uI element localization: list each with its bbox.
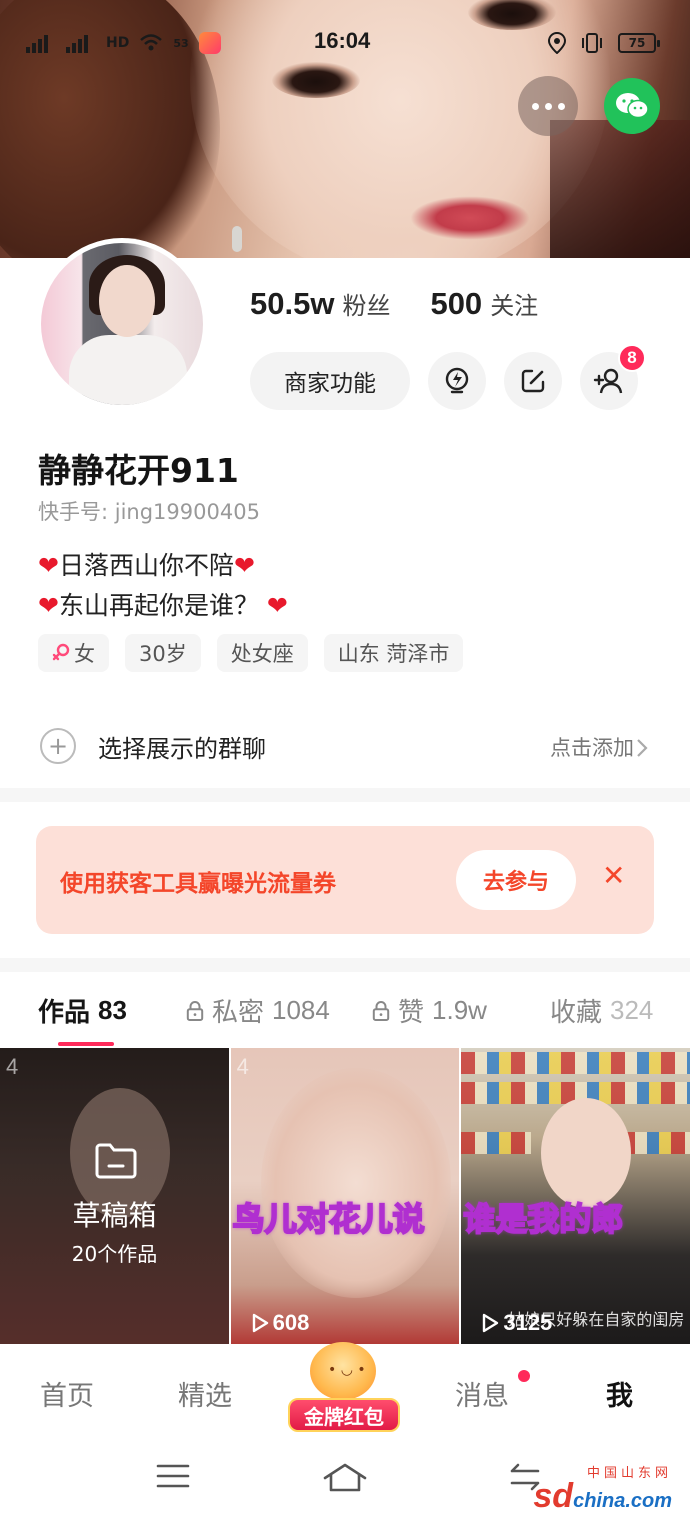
edit-profile-button[interactable] [504, 352, 562, 410]
clock: 16:04 [314, 28, 371, 53]
app-notification-icon [198, 32, 221, 54]
status-bar: HD 53 16:04 75 [0, 26, 690, 60]
play-count: 3125 [481, 1310, 552, 1336]
zodiac-tag: 处女座 [216, 634, 308, 672]
kwai-id[interactable]: 快手号: jing19900405 [38, 496, 260, 526]
signal-icon [26, 35, 48, 53]
female-icon [52, 643, 70, 661]
section-divider [0, 958, 690, 972]
drafts-cell[interactable]: 4 草稿箱 20个作品 [0, 1048, 229, 1344]
close-icon[interactable]: ✕ [602, 862, 625, 890]
content-tabs: 作品 83 私密 1084 赞 1.9w 收藏 324 [0, 988, 690, 1048]
promo-banner[interactable]: 使用获客工具赢曝光流量券 去参与 ✕ [36, 826, 654, 934]
location-icon [548, 32, 566, 54]
profile-actions: 商家功能 8 [250, 344, 646, 410]
following-count[interactable]: 500 [430, 286, 482, 322]
chevron-right-icon [637, 739, 648, 757]
gender-tag: 女 [38, 634, 109, 672]
followers-label[interactable]: 粉丝 [342, 286, 390, 321]
lock-icon [372, 1000, 390, 1021]
profile-bio: ❤日落西山你不陪❤ ❤东山再起你是谁？ ❤ [38, 546, 288, 626]
active-tab-indicator [58, 1042, 114, 1046]
location-tag: 山东 菏泽市 [323, 634, 464, 672]
age-tag: 30岁 [125, 634, 201, 672]
nav-featured[interactable]: 精选 [178, 1374, 232, 1413]
boost-button[interactable] [428, 352, 486, 410]
hd-indicator: HD [106, 35, 130, 51]
cell-corner-number: 4 [6, 1054, 19, 1079]
bio-line-1: ❤日落西山你不陪❤ [38, 551, 255, 580]
heart-icon: ❤ [38, 591, 59, 620]
home-icon[interactable] [322, 1462, 368, 1494]
bottom-navigation: 首页 精选 • ◡ • 金牌红包 消息 我 [0, 1342, 690, 1438]
play-icon [483, 1313, 499, 1333]
lightning-icon [445, 367, 469, 394]
nav-messages[interactable]: 消息 [455, 1374, 509, 1413]
edit-icon [521, 369, 545, 393]
unread-dot [518, 1370, 530, 1382]
heart-icon: ❤ [266, 591, 288, 620]
cell-corner-number: 4 [236, 1054, 249, 1079]
menu-icon[interactable] [156, 1462, 190, 1490]
avatar[interactable] [36, 238, 208, 410]
section-divider [0, 788, 690, 802]
site-watermark: 中国山东网 sdchina.com [533, 1462, 672, 1516]
group-chat-row[interactable]: + 选择展示的群聊 点击添加 [0, 712, 690, 782]
folder-icon [95, 1143, 137, 1179]
heart-icon: ❤ [233, 551, 255, 580]
tab-likes[interactable]: 赞 1.9w [372, 992, 487, 1029]
play-icon [252, 1313, 268, 1333]
profile-stats: 50.5w 粉丝 500 关注 [250, 286, 538, 322]
merchant-functions-button[interactable]: 商家功能 [250, 352, 410, 410]
lock-icon [186, 1000, 204, 1021]
profile-nickname: 静静花开911 [38, 451, 239, 490]
followers-count[interactable]: 50.5w [250, 286, 334, 322]
battery-indicator: 75 [618, 33, 660, 53]
video-thumbnail[interactable]: 谁是我的郎 姑娘只好躲在自家的闺房 3125 [461, 1048, 690, 1344]
add-user-icon [593, 368, 623, 394]
wechat-icon [616, 93, 649, 119]
group-chat-title: 选择展示的群聊 [98, 735, 266, 763]
group-add-link[interactable]: 点击添加 [550, 732, 634, 762]
tab-private[interactable]: 私密 1084 [186, 992, 330, 1029]
nav-me[interactable]: 我 [606, 1374, 633, 1413]
following-label[interactable]: 关注 [490, 286, 538, 321]
redpacket-label: 金牌红包 [288, 1398, 400, 1432]
drafts-count: 20个作品 [71, 1242, 158, 1266]
vibrate-icon [582, 33, 602, 53]
add-friend-button[interactable]: 8 [580, 344, 646, 410]
tab-favorites[interactable]: 收藏 324 [550, 992, 653, 1029]
network-speed: 53 [173, 36, 189, 50]
gold-redpacket-button[interactable]: • ◡ • 金牌红包 [288, 1342, 400, 1438]
wechat-share-button[interactable] [604, 78, 660, 134]
profile-tags: 女 30岁 处女座 山东 菏泽市 [38, 634, 464, 672]
tab-works[interactable]: 作品 83 [38, 992, 127, 1029]
drafts-title: 草稿箱 [72, 1199, 157, 1232]
works-grid: 4 草稿箱 20个作品 4 鸟儿对花儿说 608 谁是我的郎 姑娘只好躲在自家的… [0, 1048, 690, 1344]
video-overlay-text: 谁是我的郎 [462, 1199, 624, 1239]
video-overlay-text: 鸟儿对花儿说 [232, 1199, 426, 1239]
friend-request-badge: 8 [618, 344, 646, 372]
signal-icon-2 [66, 35, 88, 53]
watermark-main: sdchina.com [533, 1477, 672, 1515]
plus-icon: + [40, 728, 76, 764]
nav-home[interactable]: 首页 [40, 1374, 94, 1413]
promo-join-button[interactable]: 去参与 [456, 850, 576, 910]
promo-text: 使用获客工具赢曝光流量券 [60, 871, 336, 897]
bio-line-2: ❤东山再起你是谁？ ❤ [38, 591, 288, 620]
heart-icon: ❤ [38, 551, 59, 580]
more-options-button[interactable] [518, 76, 578, 136]
wifi-icon [140, 34, 163, 51]
play-count: 608 [251, 1310, 309, 1336]
video-thumbnail[interactable]: 4 鸟儿对花儿说 608 [230, 1048, 460, 1344]
